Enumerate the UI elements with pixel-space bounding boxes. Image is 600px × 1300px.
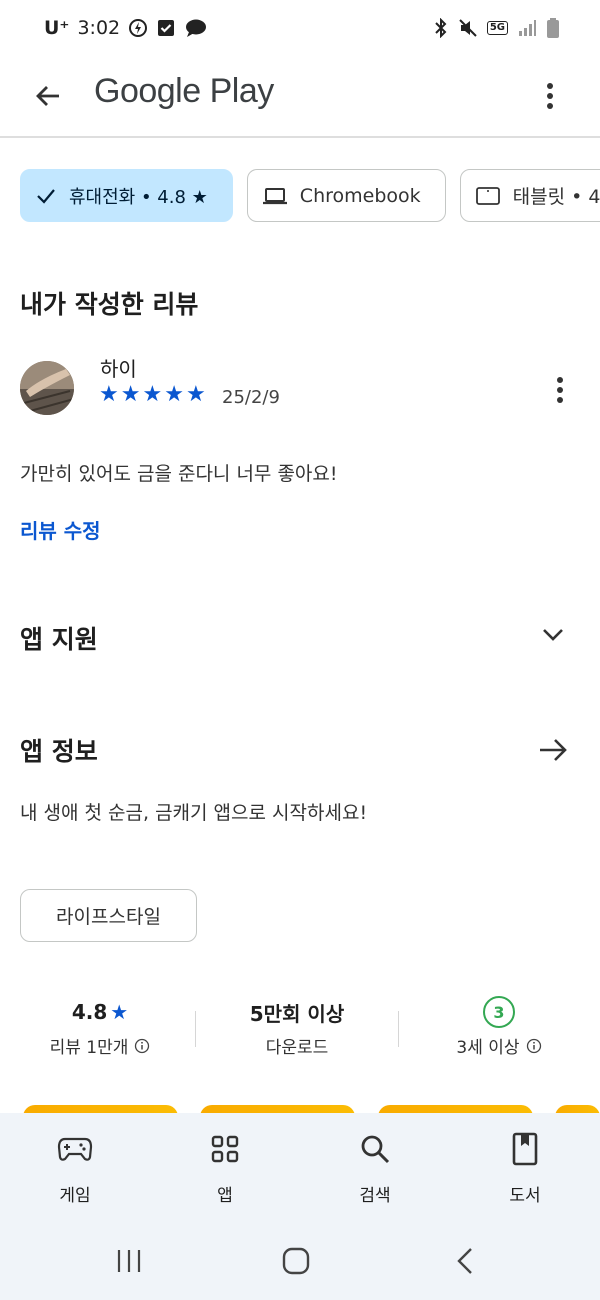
nav-search-label: 검색: [359, 1186, 391, 1206]
system-back-button[interactable]: [445, 1243, 485, 1279]
laptop-icon: [262, 187, 287, 204]
chip-chromebook[interactable]: Chromebook: [246, 169, 446, 222]
arrow-left-icon: [36, 86, 59, 106]
more-vert-icon: [557, 377, 563, 403]
tablet-icon: [475, 186, 500, 205]
clock: 3:02: [77, 17, 121, 39]
chat-bubble-icon: [186, 19, 207, 37]
book-icon: [512, 1132, 538, 1166]
app-bar: Google Play: [0, 58, 600, 138]
search-icon: [361, 1135, 390, 1164]
downloads-label: 다운로드: [265, 1038, 329, 1058]
network-type-badge: 5G: [486, 21, 508, 35]
app-description: 내 생애 첫 순금, 금캐기 앱으로 시작하세요!: [20, 802, 368, 824]
arrow-right-icon[interactable]: [536, 733, 570, 767]
my-review-heading: 내가 작성한 리뷰: [20, 290, 199, 319]
nav-games[interactable]: 게임: [25, 1131, 125, 1206]
nav-books-label: 도서: [509, 1186, 541, 1206]
recents-icon: [117, 1250, 141, 1272]
downloads-value: 5만회 이상: [249, 1001, 345, 1026]
age-rating-label: 3세 이상: [456, 1038, 520, 1058]
recents-button[interactable]: [109, 1243, 149, 1279]
more-options-button[interactable]: [530, 76, 570, 116]
review-body: 가만히 있어도 금을 준다니 너무 좋아요!: [20, 463, 338, 485]
more-vert-icon: [547, 83, 553, 109]
bottom-navigation: 게임 앱 검색 도서: [0, 1113, 600, 1223]
review-more-button[interactable]: [546, 370, 574, 410]
rating-value: 4.8: [71, 1000, 108, 1024]
mute-icon: [459, 19, 477, 37]
home-button[interactable]: [276, 1243, 316, 1279]
star-icon: ★: [110, 1000, 129, 1024]
device-filter-chips: 휴대전화 • 4.8 ★ Chromebook 태블릿 • 4: [20, 169, 600, 222]
edit-review-link[interactable]: 리뷰 수정: [20, 515, 101, 544]
chip-phone[interactable]: 휴대전화 • 4.8 ★: [20, 169, 233, 222]
chip-tablet-label: 태블릿 • 4: [512, 186, 600, 208]
info-icon: [135, 1038, 150, 1053]
carrier-label: U⁺: [44, 17, 70, 39]
stat-divider: [195, 1011, 196, 1047]
star-icon: ★: [99, 382, 119, 407]
app-stats: 4.8 ★ 리뷰 1만개 5만회 이상 다운로드 3 3세 이상: [0, 995, 600, 1065]
star-icon: ★: [142, 382, 163, 407]
avatar: [20, 361, 74, 415]
data-saver-icon: [129, 19, 148, 37]
category-chip[interactable]: 라이프스타일: [20, 889, 197, 942]
app-support-heading[interactable]: 앱 지원: [20, 620, 98, 656]
chevron-left-icon: [457, 1248, 472, 1274]
app-info-heading[interactable]: 앱 정보: [20, 732, 98, 768]
status-bar: U⁺ 3:02 5G: [0, 0, 600, 58]
chip-chromebook-label: Chromebook: [299, 184, 421, 207]
review-author: 하이: [100, 357, 137, 381]
nav-search[interactable]: 검색: [325, 1131, 425, 1206]
star-icon: ★: [120, 382, 141, 407]
nav-books[interactable]: 도서: [475, 1131, 575, 1206]
review-rating: ★ ★ ★ ★ ★: [99, 384, 206, 406]
bluetooth-icon: [435, 18, 447, 38]
rating-stat[interactable]: 4.8 ★ 리뷰 1만개: [0, 995, 200, 1058]
chevron-down-icon[interactable]: [538, 620, 568, 650]
chip-tablet[interactable]: 태블릿 • 4: [459, 169, 600, 222]
star-icon: ★: [164, 382, 184, 407]
star-icon: ★: [185, 382, 206, 407]
back-button[interactable]: [28, 76, 68, 116]
checkbox-notification-icon: [158, 20, 175, 36]
gamepad-icon: [57, 1137, 93, 1161]
battery-icon: [547, 18, 559, 38]
signal-icon: [519, 20, 536, 36]
nav-apps-label: 앱: [217, 1186, 233, 1206]
age-rating-stat[interactable]: 3 3세 이상: [399, 995, 599, 1058]
home-icon: [282, 1247, 310, 1275]
info-icon: [526, 1038, 541, 1053]
page-title: Google Play: [94, 72, 274, 110]
apps-grid-icon: [211, 1135, 239, 1163]
check-icon: [37, 188, 55, 204]
chip-phone-label: 휴대전화 • 4.8 ★: [69, 186, 208, 208]
rating-label: 리뷰 1만개: [49, 1038, 129, 1058]
age-rating-badge: 3: [483, 996, 515, 1028]
nav-apps[interactable]: 앱: [175, 1131, 275, 1206]
nav-games-label: 게임: [59, 1186, 91, 1206]
review-date: 25/2/9: [222, 387, 280, 408]
downloads-stat: 5만회 이상 다운로드: [197, 995, 397, 1059]
system-navigation-bar: [0, 1223, 600, 1300]
